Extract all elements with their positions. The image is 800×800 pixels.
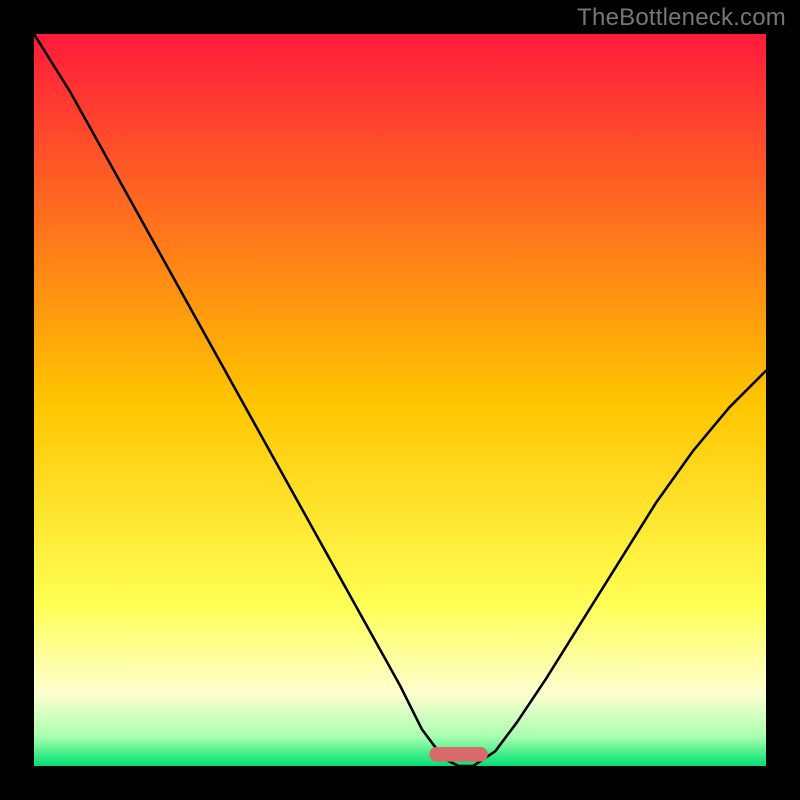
gradient-background bbox=[34, 34, 766, 766]
watermark-text: TheBottleneck.com bbox=[577, 4, 786, 32]
chart-plot bbox=[34, 34, 766, 766]
chart-frame: TheBottleneck.com bbox=[0, 0, 800, 800]
optimal-marker bbox=[429, 747, 488, 762]
